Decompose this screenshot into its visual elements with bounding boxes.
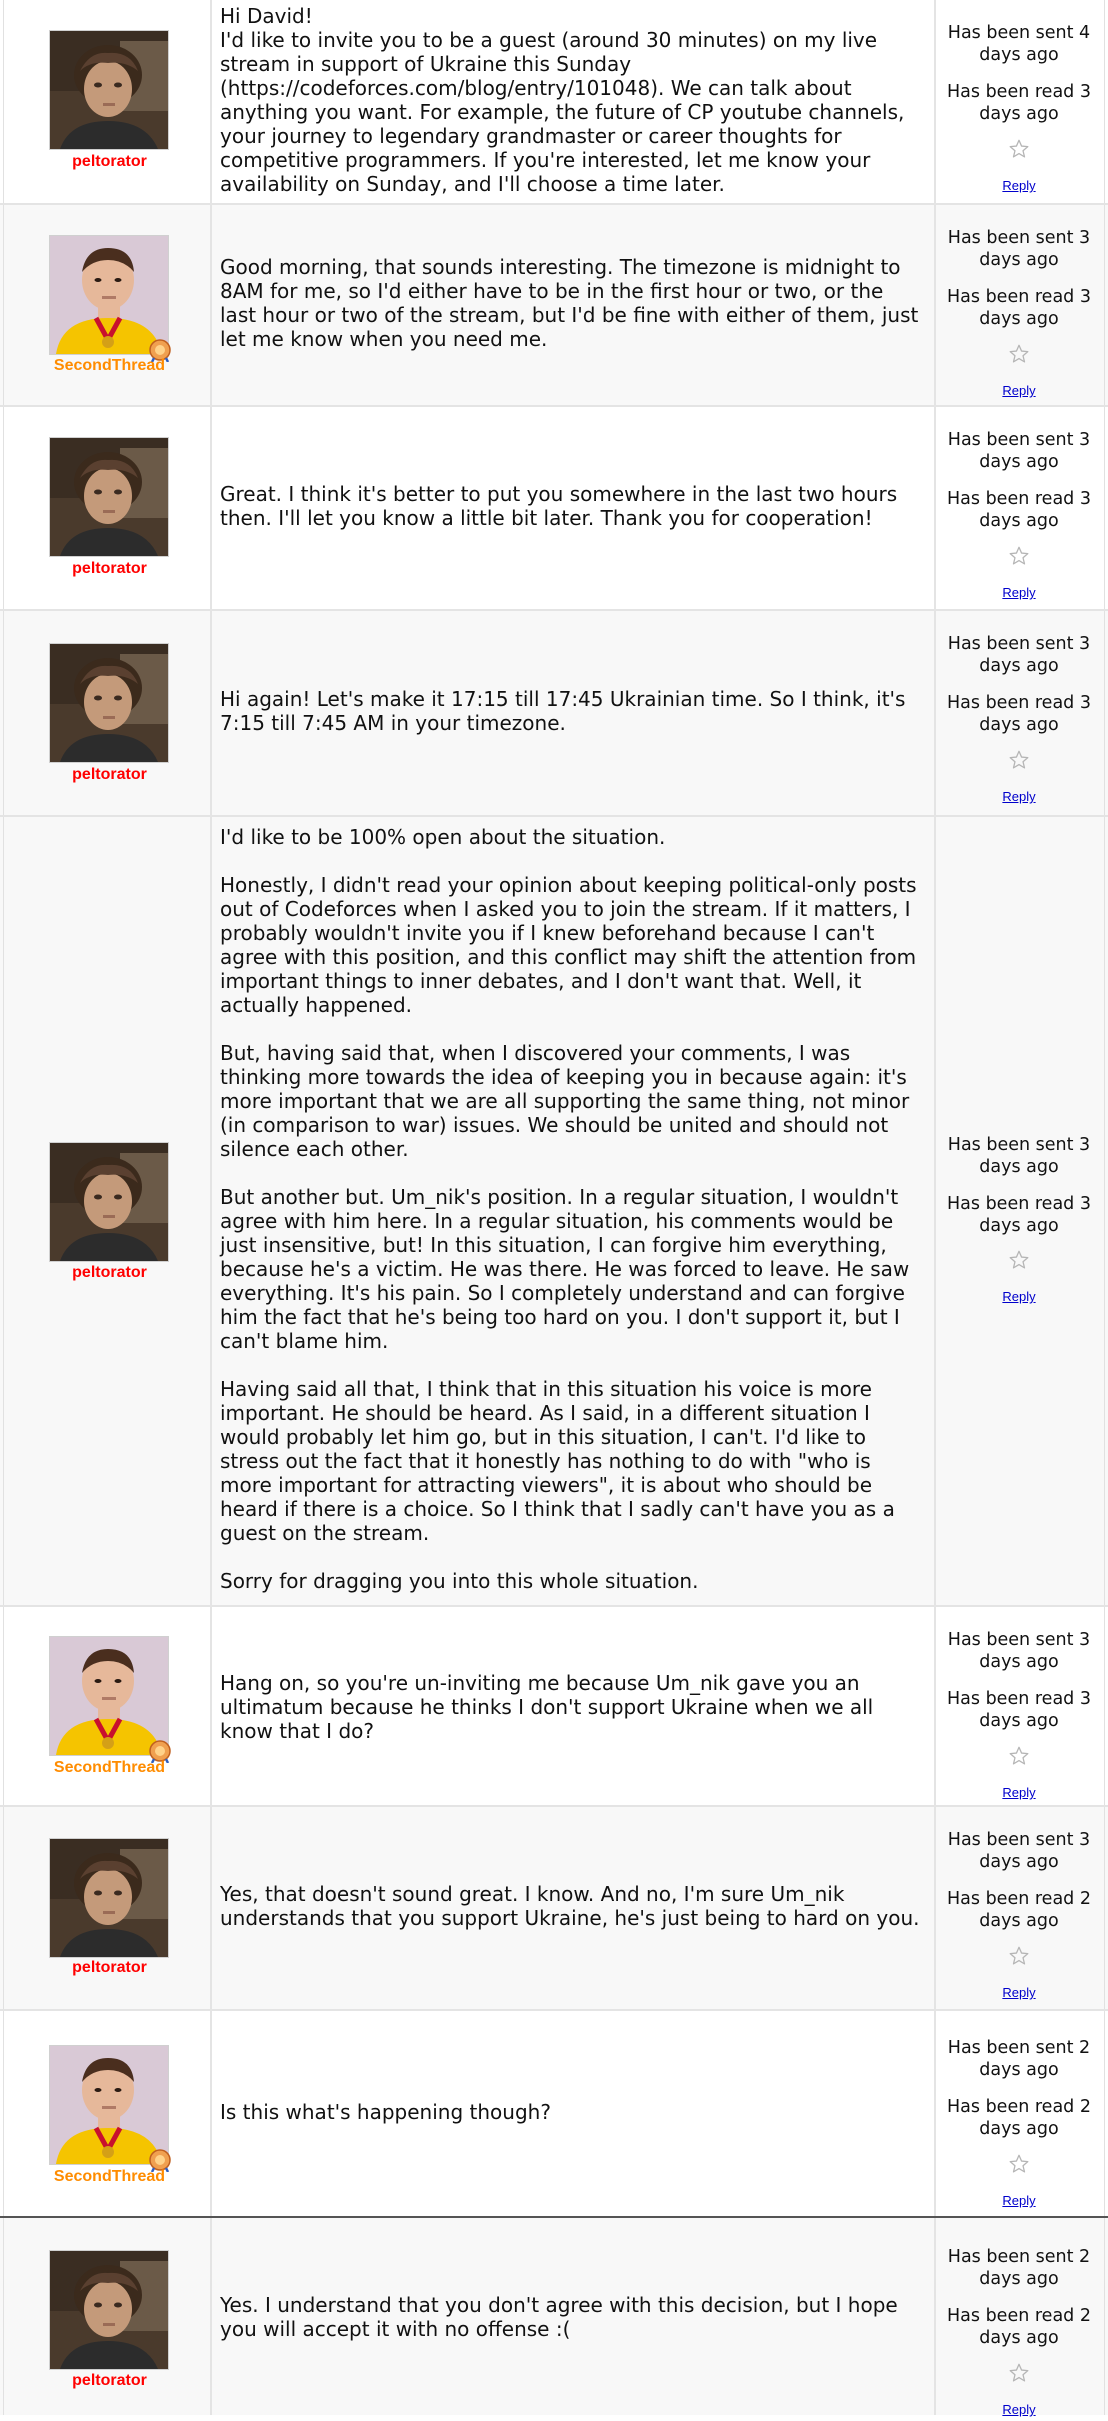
message-status: Has been sent 3 days ago Has been read 3… (940, 407, 1098, 609)
reply-link[interactable]: Reply (940, 2190, 1098, 2212)
star-icon[interactable] (1008, 2362, 1030, 2384)
author-handle[interactable]: peltorator (0, 560, 219, 578)
reply-link[interactable]: Reply (940, 380, 1098, 402)
sent-status: Has been sent 3 days ago (947, 1830, 1091, 1872)
star-icon[interactable] (1008, 138, 1030, 160)
message-status: Has been sent 2 days ago Has been read 2… (940, 2011, 1098, 2216)
message-text: I'd like to be 100% open about the situa… (220, 825, 917, 1593)
reply-link[interactable]: Reply (940, 1782, 1098, 1804)
avatar[interactable] (49, 30, 169, 150)
author-handle[interactable]: peltorator (0, 1264, 219, 1282)
read-status: Has been read 3 days ago (947, 1689, 1091, 1731)
sent-status: Has been sent 4 days ago (947, 23, 1091, 65)
star-icon[interactable] (1008, 343, 1030, 365)
message-row: peltorator Hi David! I'd like to invite … (0, 0, 1108, 203)
avatar[interactable] (49, 1142, 169, 1262)
reply-link[interactable]: Reply (940, 2399, 1098, 2421)
read-status: Has been read 3 days ago (947, 287, 1091, 329)
author-handle[interactable]: SecondThread (0, 1759, 219, 1777)
message-text: Yes, that doesn't sound great. I know. A… (220, 1882, 920, 1930)
sent-status: Has been sent 3 days ago (947, 634, 1091, 676)
sent-status: Has been sent 3 days ago (947, 228, 1091, 270)
message-text: Is this what's happening though? (220, 2100, 551, 2124)
message-text: Hi David! I'd like to invite you to be a… (220, 4, 905, 196)
author-handle[interactable]: peltorator (0, 2372, 219, 2390)
sent-status: Has been sent 2 days ago (947, 2038, 1091, 2080)
message-status: Has been sent 3 days ago Has been read 3… (940, 1607, 1098, 1805)
message-text: Yes. I understand that you don't agree w… (220, 2293, 905, 2341)
author-handle[interactable]: peltorator (0, 153, 219, 171)
read-status: Has been read 3 days ago (947, 489, 1091, 531)
message-status: Has been sent 3 days ago Has been read 3… (940, 817, 1098, 1605)
message-status: Has been sent 2 days ago Has been read 2… (940, 2218, 1098, 2417)
sent-status: Has been sent 3 days ago (947, 1135, 1091, 1177)
avatar[interactable] (49, 235, 169, 355)
star-icon[interactable] (1008, 1945, 1030, 1967)
sent-status: Has been sent 3 days ago (947, 1630, 1091, 1672)
read-status: Has been read 3 days ago (947, 693, 1091, 735)
avatar[interactable] (49, 2045, 169, 2165)
message-row: SecondThread Hang on, so you're un-invit… (0, 1607, 1108, 1805)
avatar[interactable] (49, 1636, 169, 1756)
author-handle[interactable]: peltorator (0, 766, 219, 784)
author-handle[interactable]: peltorator (0, 1959, 219, 1977)
star-icon[interactable] (1008, 1249, 1030, 1271)
reply-link[interactable]: Reply (940, 175, 1098, 197)
read-status: Has been read 2 days ago (947, 1889, 1091, 1931)
reply-link[interactable]: Reply (940, 1286, 1098, 1308)
read-status: Has been read 3 days ago (947, 82, 1091, 124)
star-icon[interactable] (1008, 749, 1030, 771)
avatar[interactable] (49, 2250, 169, 2370)
reply-link[interactable]: Reply (940, 786, 1098, 808)
reply-link[interactable]: Reply (940, 582, 1098, 604)
reply-link[interactable]: Reply (940, 1982, 1098, 2004)
message-row: peltorator Great. I think it's better to… (0, 407, 1108, 609)
star-icon[interactable] (1008, 2153, 1030, 2175)
author-handle[interactable]: SecondThread (0, 2168, 219, 2186)
message-text: Good morning, that sounds interesting. T… (220, 255, 925, 351)
read-status: Has been read 2 days ago (947, 2306, 1091, 2348)
star-icon[interactable] (1008, 1745, 1030, 1767)
message-row: peltorator Hi again! Let's make it 17:15… (0, 611, 1108, 815)
message-row: peltorator Yes. I understand that you do… (0, 2218, 1108, 2417)
read-status: Has been read 2 days ago (947, 2097, 1091, 2139)
message-text: Hi again! Let's make it 17:15 till 17:45… (220, 687, 912, 735)
read-status: Has been read 3 days ago (947, 1194, 1091, 1236)
message-status: Has been sent 4 days ago Has been read 3… (940, 0, 1098, 203)
message-text: Hang on, so you're un-inviting me becaus… (220, 1671, 880, 1743)
star-icon[interactable] (1008, 545, 1030, 567)
message-status: Has been sent 3 days ago Has been read 2… (940, 1807, 1098, 2009)
message-row: SecondThread Is this what's happening th… (0, 2011, 1108, 2216)
author-handle[interactable]: SecondThread (0, 357, 219, 375)
avatar[interactable] (49, 643, 169, 763)
sent-status: Has been sent 3 days ago (947, 430, 1091, 472)
avatar[interactable] (49, 1838, 169, 1958)
message-status: Has been sent 3 days ago Has been read 3… (940, 611, 1098, 815)
message-row: peltorator Yes, that doesn't sound great… (0, 1807, 1108, 2009)
message-row: peltorator I'd like to be 100% open abou… (0, 817, 1108, 1605)
message-row: SecondThread Good morning, that sounds i… (0, 205, 1108, 405)
sent-status: Has been sent 2 days ago (947, 2247, 1091, 2289)
message-status: Has been sent 3 days ago Has been read 3… (940, 205, 1098, 405)
message-text: Great. I think it's better to put you so… (220, 482, 904, 530)
avatar[interactable] (49, 437, 169, 557)
